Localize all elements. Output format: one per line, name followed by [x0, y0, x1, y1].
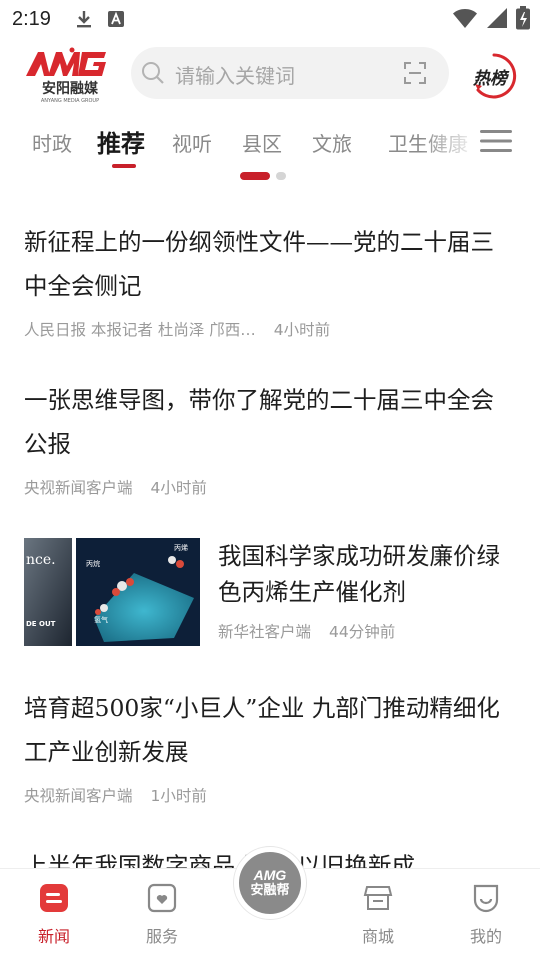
nav-news-label: 新闻 — [37, 927, 70, 946]
hot-list-label: 热榜 — [473, 69, 507, 89]
top-header: 安阳融媒 ANYANG MEDIA GROUP 请输入关键词 热榜 — [0, 40, 540, 110]
tab-culture-tourism[interactable]: 文旅 — [312, 128, 352, 157]
nav-mine[interactable]: 我的 — [446, 883, 526, 947]
amg-center-button[interactable]: AMG 安融帮 — [234, 847, 306, 919]
tab-counties[interactable]: 县区 — [242, 128, 282, 157]
nav-mall-label: 商城 — [361, 927, 394, 946]
scan-icon[interactable] — [403, 61, 427, 89]
profile-icon — [471, 884, 501, 917]
hot-list-button[interactable]: 热榜 — [470, 52, 518, 100]
tab-recommend[interactable]: 推荐 — [97, 124, 145, 159]
news-time: 4小时前 — [150, 479, 207, 497]
news-time: 4小时前 — [273, 321, 331, 339]
news-icon — [39, 884, 69, 917]
news-item[interactable]: 一张思维导图，带你了解党的二十届三中全会公报 央视新闻客户端 4小时前 — [24, 378, 514, 498]
logo-tagline: ANYANG MEDIA GROUP — [41, 98, 99, 104]
amg-logo[interactable]: 安阳融媒 ANYANG MEDIA GROUP — [22, 46, 118, 104]
news-item-with-image[interactable]: nce. DE OUT 丙烷 丙烯 氢气 我国科学家成功研发廉价绿色丙烯生产催化… — [24, 538, 514, 658]
service-icon — [147, 883, 177, 917]
news-title[interactable]: 一张思维导图，带你了解党的二十届三中全会公报 — [24, 378, 514, 466]
thumb-label: 氢气 — [94, 615, 108, 624]
thumb-text-2: DE OUT — [26, 620, 56, 628]
banner-page-indicator — [240, 172, 286, 182]
news-item[interactable]: 培育超500家“小巨人”企业 九部门推动精细化工产业创新发展 央视新闻客户端 1小… — [24, 686, 514, 806]
nav-mine-label: 我的 — [469, 927, 502, 946]
app-notification-icon — [107, 10, 125, 28]
thumb-label: 丙烯 — [174, 543, 188, 552]
battery-icon — [516, 6, 530, 34]
news-source: 央视新闻客户端 — [24, 479, 133, 497]
news-source: 人民日报 本报记者 杜尚泽 邝西… — [24, 321, 256, 339]
bottom-navigation: 新闻 服务 AMG 安融帮 商城 我的 — [0, 847, 540, 960]
news-meta: 新华社客户端 44分钟前 — [218, 620, 514, 642]
wifi-icon — [452, 7, 478, 33]
news-title[interactable]: 我国科学家成功研发廉价绿色丙烯生产催化剂 — [218, 538, 514, 610]
news-meta: 央视新闻客户端 4小时前 — [24, 476, 514, 498]
search-placeholder[interactable]: 请输入关键词 — [175, 60, 295, 89]
status-time: 2:19 — [12, 7, 51, 30]
menu-icon[interactable] — [480, 128, 512, 158]
tab-shizheng[interactable]: 时政 — [32, 128, 72, 157]
news-item[interactable]: 新征程上的一份纲领性文件——党的二十届三中全会侧记 人民日报 本报记者 杜尚泽 … — [24, 220, 514, 340]
nav-service-label: 服务 — [145, 927, 178, 946]
thumb-label: 丙烷 — [86, 559, 100, 568]
news-source: 新华社客户端 — [218, 623, 312, 641]
news-time: 1小时前 — [150, 787, 207, 805]
page-dot — [276, 172, 286, 180]
search-icon — [141, 61, 165, 89]
nav-service[interactable]: 服务 — [122, 883, 202, 947]
nav-news[interactable]: 新闻 — [14, 883, 94, 947]
page-dot-active — [240, 172, 270, 180]
tab-audiovisual[interactable]: 视听 — [172, 128, 212, 157]
news-source: 央视新闻客户端 — [24, 787, 133, 805]
news-meta: 人民日报 本报记者 杜尚泽 邝西… 4小时前 — [24, 318, 514, 340]
news-thumbnail[interactable]: nce. DE OUT 丙烷 丙烯 氢气 — [24, 538, 200, 646]
status-bar: 2:19 — [0, 0, 540, 38]
logo-subtitle: 安阳融媒 — [42, 80, 99, 97]
news-list: 新征程上的一份纲领性文件——党的二十届三中全会侧记 人民日报 本报记者 杜尚泽 … — [0, 200, 540, 870]
store-icon — [363, 886, 393, 917]
news-title[interactable]: 培育超500家“小巨人”企业 九部门推动精细化工产业创新发展 — [24, 686, 514, 774]
news-meta: 央视新闻客户端 1小时前 — [24, 784, 514, 806]
nav-mall[interactable]: 商城 — [338, 883, 418, 947]
download-icon — [75, 9, 93, 29]
thumb-text: nce. — [26, 552, 56, 568]
center-button-label: 安融帮 — [250, 883, 290, 898]
signal-icon — [486, 7, 508, 33]
tab-fade — [420, 118, 480, 166]
search-bar[interactable]: 请输入关键词 — [131, 47, 449, 99]
news-title[interactable]: 新征程上的一份纲领性文件——党的二十届三中全会侧记 — [24, 220, 514, 308]
category-tabs: 时政 推荐 视听 县区 文旅 卫生健康 — [0, 118, 540, 168]
center-button-logo: AMG — [253, 867, 287, 883]
news-time: 44分钟前 — [329, 623, 396, 641]
active-tab-indicator — [112, 164, 136, 168]
